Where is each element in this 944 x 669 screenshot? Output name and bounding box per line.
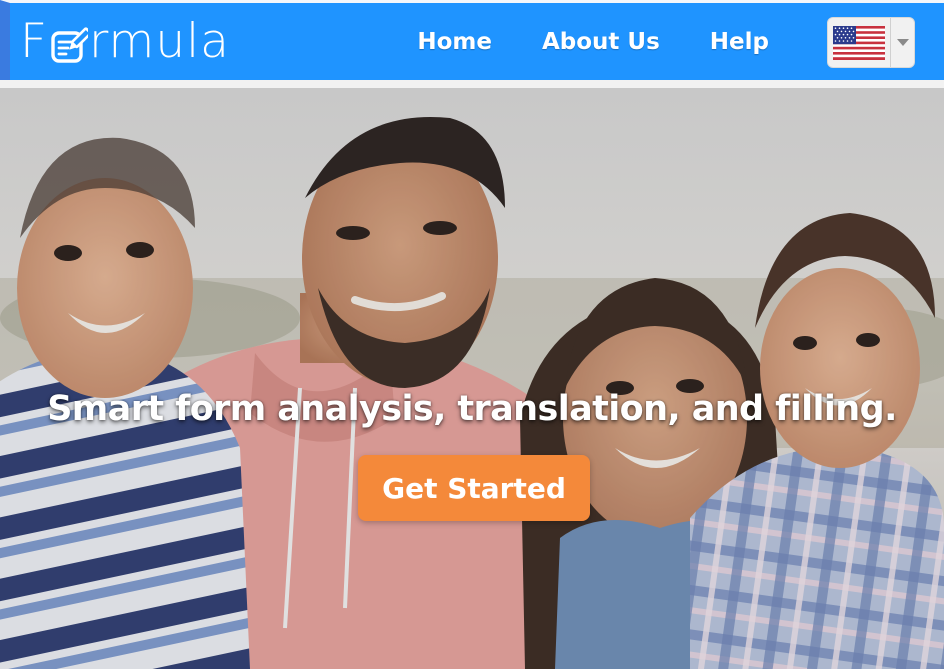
logo-wordmark: rmula — [89, 14, 230, 69]
chevron-down-icon — [891, 38, 914, 47]
page: F rmula Home About Us Help Smart form an… — [0, 0, 944, 669]
nav-help-link[interactable]: Help — [685, 29, 794, 55]
get-started-button[interactable]: Get Started — [358, 455, 590, 521]
nav-home-link[interactable]: Home — [392, 29, 517, 55]
hero-section: Smart form analysis, translation, and fi… — [0, 88, 944, 669]
hero-headline: Smart form analysis, translation, and fi… — [47, 389, 897, 429]
language-selector[interactable] — [827, 17, 915, 68]
nav-about-us-link[interactable]: About Us — [517, 29, 685, 55]
form-pencil-icon — [50, 22, 92, 64]
us-flag-icon — [828, 18, 891, 67]
hero-overlay — [0, 88, 944, 669]
navbar: F rmula Home About Us Help — [0, 0, 944, 88]
main-nav: Home About Us Help — [392, 3, 794, 80]
logo-letter-f: F — [20, 14, 49, 69]
brand-logo[interactable]: F rmula — [20, 16, 230, 68]
